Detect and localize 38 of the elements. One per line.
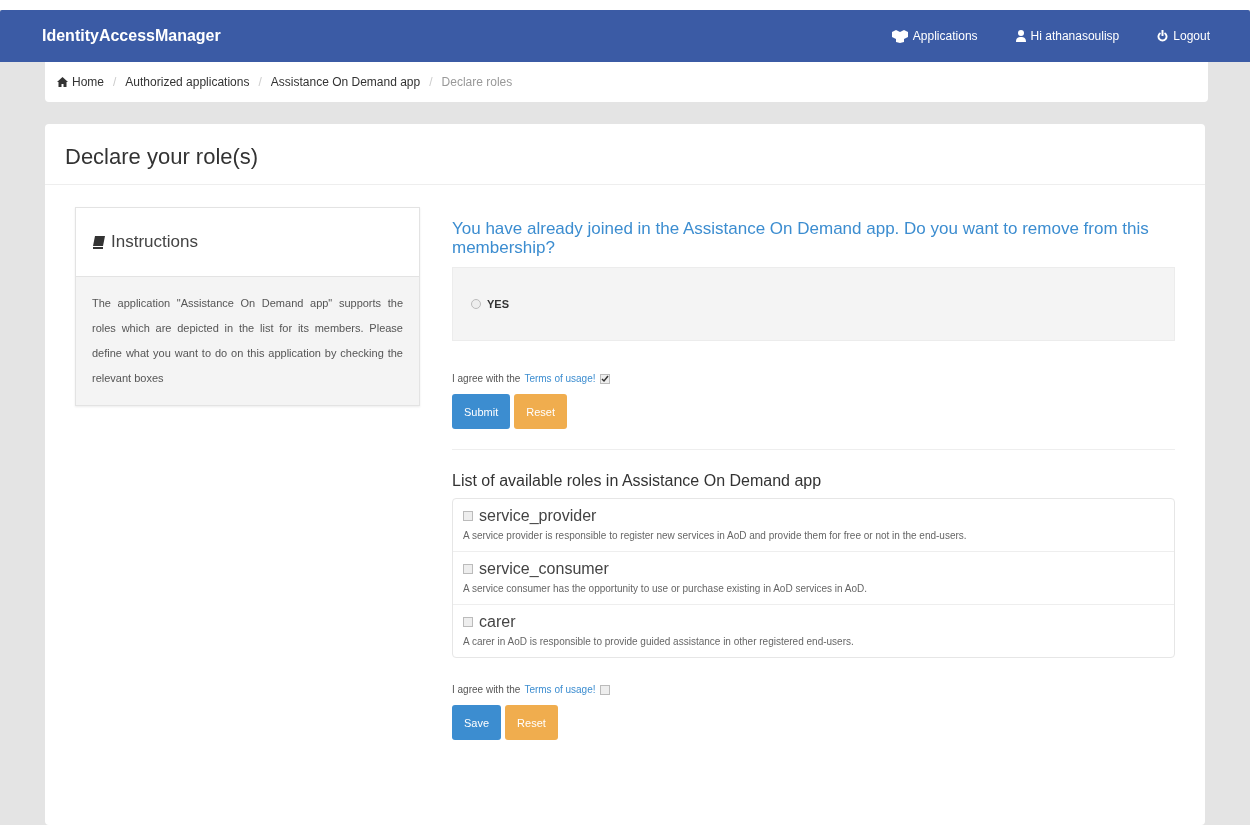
nav-link[interactable]: Applications — [891, 29, 978, 43]
terms-text: I agree with the — [452, 373, 521, 384]
page-title: Declare your role(s) — [45, 124, 1205, 185]
role-description: A service consumer has the opportunity to use or purchase existing in AoD services in AoD. — [463, 582, 869, 596]
role-name: service_provider — [479, 507, 597, 525]
submit-button[interactable]: Submit — [452, 394, 511, 429]
terms-link[interactable]: Terms of usage! — [524, 684, 596, 695]
breadcrumb-item[interactable]: Assistance On Demand app — [270, 75, 421, 89]
instructions-text: The application "Assistance On Demand app" supports the roles which are depicted in the list for its members. Please define what you want to do on this application by checking the relevant boxes — [76, 277, 419, 405]
checkbox[interactable] — [463, 617, 473, 627]
terms-text: I agree with the — [452, 684, 521, 695]
roles-title: List of available roles in Assistance On Demand app — [452, 472, 823, 490]
breadcrumb-separator: / — [258, 75, 262, 89]
breadcrumb-item[interactable]: Home — [57, 75, 104, 89]
submit-button[interactable]: Save — [452, 705, 502, 740]
role-description: A service provider is responsible to register new services in AoD and provide them for free or not in the end-users. — [463, 529, 968, 543]
home-icon — [57, 77, 68, 87]
nav-link[interactable]: Logout — [1157, 29, 1210, 43]
role-name: carer — [479, 613, 516, 631]
checkbox[interactable] — [599, 684, 610, 695]
brand-title[interactable]: IdentityAccessManager — [42, 27, 854, 45]
role-description: A carer in AoD is responsible to provide guided assistance in other registered end-users. — [463, 635, 855, 649]
card-title: Instructions — [111, 232, 198, 252]
checkbox[interactable] — [599, 373, 610, 384]
breadcrumb-separator: / — [429, 75, 433, 89]
power-icon — [1157, 30, 1169, 42]
breadcrumb-item[interactable]: Authorized applications — [125, 75, 250, 89]
nav-link[interactable]: Hi athanasoulisp — [1015, 29, 1120, 43]
user-icon — [1015, 30, 1026, 42]
terms-link[interactable]: Terms of usage! — [524, 373, 596, 384]
option-label: YES — [487, 298, 509, 310]
breadcrumb-separator: / — [113, 75, 117, 89]
radio-button[interactable] — [471, 299, 481, 309]
membership-question: You have already joined in the Assistance On Demand app. Do you want to remove from this membership? — [452, 219, 1150, 257]
book-icon — [92, 235, 105, 249]
checkbox[interactable] — [463, 511, 473, 521]
role-name: service_consumer — [479, 560, 609, 578]
checkbox[interactable] — [463, 564, 473, 574]
